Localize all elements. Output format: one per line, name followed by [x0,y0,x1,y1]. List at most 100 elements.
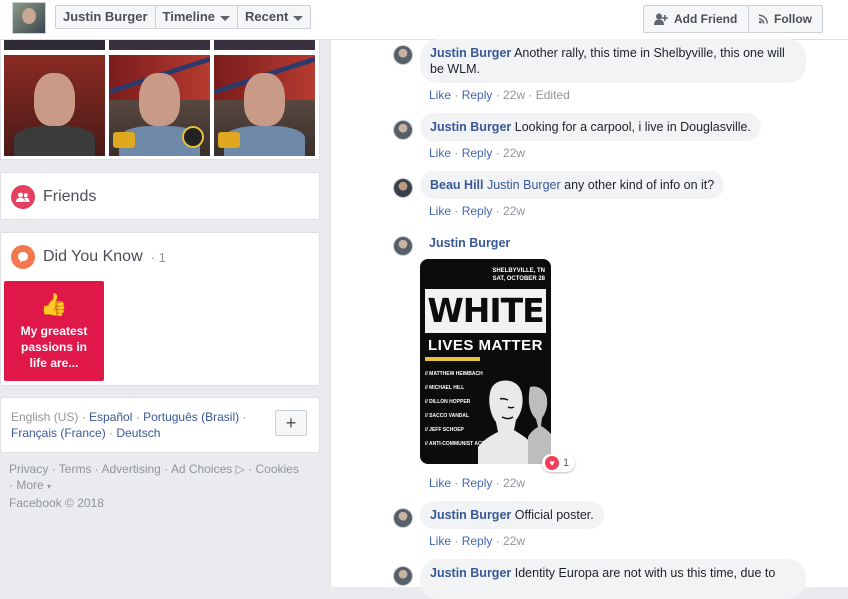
ad-choices-icon: ▷ [235,462,245,476]
friends-card[interactable]: Friends [0,172,320,220]
chevron-down-icon [220,15,231,21]
footer: Privacy · Terms · Advertising · Ad Choic… [9,462,299,510]
reply-link[interactable]: Reply [462,534,493,548]
language-link[interactable]: Português (Brasil) [143,410,239,424]
photo-thumbnail[interactable] [4,40,105,50]
comment-actions: Like · Reply · 22w [429,204,526,218]
poster-headline: WHITE [425,289,546,333]
photo-thumbnail[interactable] [214,40,315,50]
photo-thumbnail[interactable] [214,55,315,156]
language-link[interactable]: Deutsch [116,426,160,440]
like-link[interactable]: Like [429,204,451,218]
poster-illustration [478,380,551,464]
reaction-badge[interactable]: ♥ 1 [542,454,576,472]
timeline-label: Timeline [162,9,216,24]
footer-link[interactable]: Cookies [256,462,299,476]
comment-bubble: Justin Burger Official poster. [420,501,604,529]
recent-tab[interactable]: Recent [238,6,310,28]
reaction-count: 1 [563,457,570,469]
comment-author[interactable]: Justin Burger [430,508,511,522]
comment-bubble: Justin Burger Another rally, this time i… [420,39,806,83]
languages-card: English (US) · Español · Português (Bras… [0,397,320,453]
timeline-tab[interactable]: Timeline [156,6,239,28]
photo-thumbnail[interactable] [109,40,210,50]
top-bar: Justin Burger Timeline Recent Add Friend… [0,0,848,40]
comment-author[interactable]: Beau Hill [430,178,484,192]
add-friend-button[interactable]: Add Friend [643,5,749,33]
poster-subhead: LIVES MATTER [428,337,543,354]
mention-link[interactable]: Justin Burger [487,178,561,192]
language-link[interactable]: Français (France) [11,426,106,440]
comment-actions: Like · Reply · 22w [429,534,526,548]
like-link[interactable]: Like [429,88,451,102]
speech-bubble-icon [11,245,35,269]
add-language-button[interactable]: + [275,410,307,436]
poster-rule [425,357,480,361]
avatar[interactable] [393,120,413,140]
face-shape [34,73,75,126]
comment-actions: Like · Reply · 22w · Edited [429,88,570,102]
language-link[interactable]: Español [89,410,132,424]
comment-bubble: Justin Burger Identity Europa are not wi… [420,559,806,599]
current-language: English (US) [11,410,79,424]
reply-link[interactable]: Reply [462,146,493,160]
photo-thumbnail[interactable] [4,55,105,156]
photo-thumbnail[interactable] [109,55,210,156]
profile-name-tab[interactable]: Justin Burger [56,6,156,28]
comment-bubble: Justin Burger Looking for a carpool, i l… [420,113,761,141]
profile-nav: Justin Burger Timeline Recent [55,5,312,29]
comment-time[interactable]: 22w [503,146,525,160]
did-you-know-tile[interactable]: 👍 My greatest passions in life are... [4,281,104,381]
comment-author[interactable]: Justin Burger [430,566,511,580]
comment-time[interactable]: 22w [503,534,525,548]
comment-time[interactable]: 22w [503,88,525,102]
friends-title: Friends [43,188,97,205]
chevron-down-icon [293,15,304,21]
comment-actions: Like · Reply · 22w [429,476,526,490]
shirt-shape [14,125,95,156]
comment-text: Identity Europa are not with us this tim… [514,566,776,580]
rally-poster-image[interactable]: SHELBYVILLE, TN SAT, OCTOBER 28 WHITE LI… [420,259,551,464]
avatar[interactable] [393,236,413,256]
like-link[interactable]: Like [429,476,451,490]
avatar[interactable] [393,178,413,198]
profile-avatar[interactable] [12,2,46,34]
reply-link[interactable]: Reply [462,476,493,490]
reply-link[interactable]: Reply [462,204,493,218]
heart-icon: ♥ [545,456,559,470]
did-you-know-title: Did You Know [43,248,143,265]
footer-link[interactable]: Privacy [9,462,48,476]
face-shape [244,73,285,126]
comment-author[interactable]: Justin Burger [429,236,510,250]
follow-label: Follow [774,12,812,26]
add-friend-icon [654,13,668,25]
comment-author[interactable]: Justin Burger [430,46,511,60]
comment-time[interactable]: 22w [503,476,525,490]
follow-button[interactable]: Follow [748,5,823,33]
did-you-know-card: Did You Know · 1 👍 My greatest passions … [0,232,320,386]
footer-link[interactable]: Advertising [101,462,160,476]
footer-link[interactable]: Terms [59,462,92,476]
footer-more-link[interactable]: More [16,478,43,492]
copyright: Facebook © 2018 [9,496,104,510]
add-friend-label: Add Friend [674,12,738,26]
like-link[interactable]: Like [429,146,451,160]
did-you-know-count: · 1 [150,249,166,265]
comment-author[interactable]: Justin Burger [430,120,511,134]
emblem-icon [218,132,240,148]
poster-location: SHELBYVILLE, TN [492,268,545,274]
avatar[interactable] [393,508,413,528]
avatar[interactable] [393,566,413,586]
poster-date: SAT, OCTOBER 28 [492,276,545,282]
like-link[interactable]: Like [429,534,451,548]
did-you-know-tile-text: My greatest passions in life are... [20,324,88,370]
footer-link[interactable]: Ad Choices [171,462,232,476]
comment-time[interactable]: 22w [503,204,525,218]
avatar[interactable] [393,45,413,65]
reply-link[interactable]: Reply [462,88,493,102]
edited-label[interactable]: Edited [536,88,570,102]
recent-label: Recent [245,9,289,24]
caret-down-icon: ▾ [47,482,52,491]
face-shape [139,73,180,126]
emblem-icon [113,132,135,148]
